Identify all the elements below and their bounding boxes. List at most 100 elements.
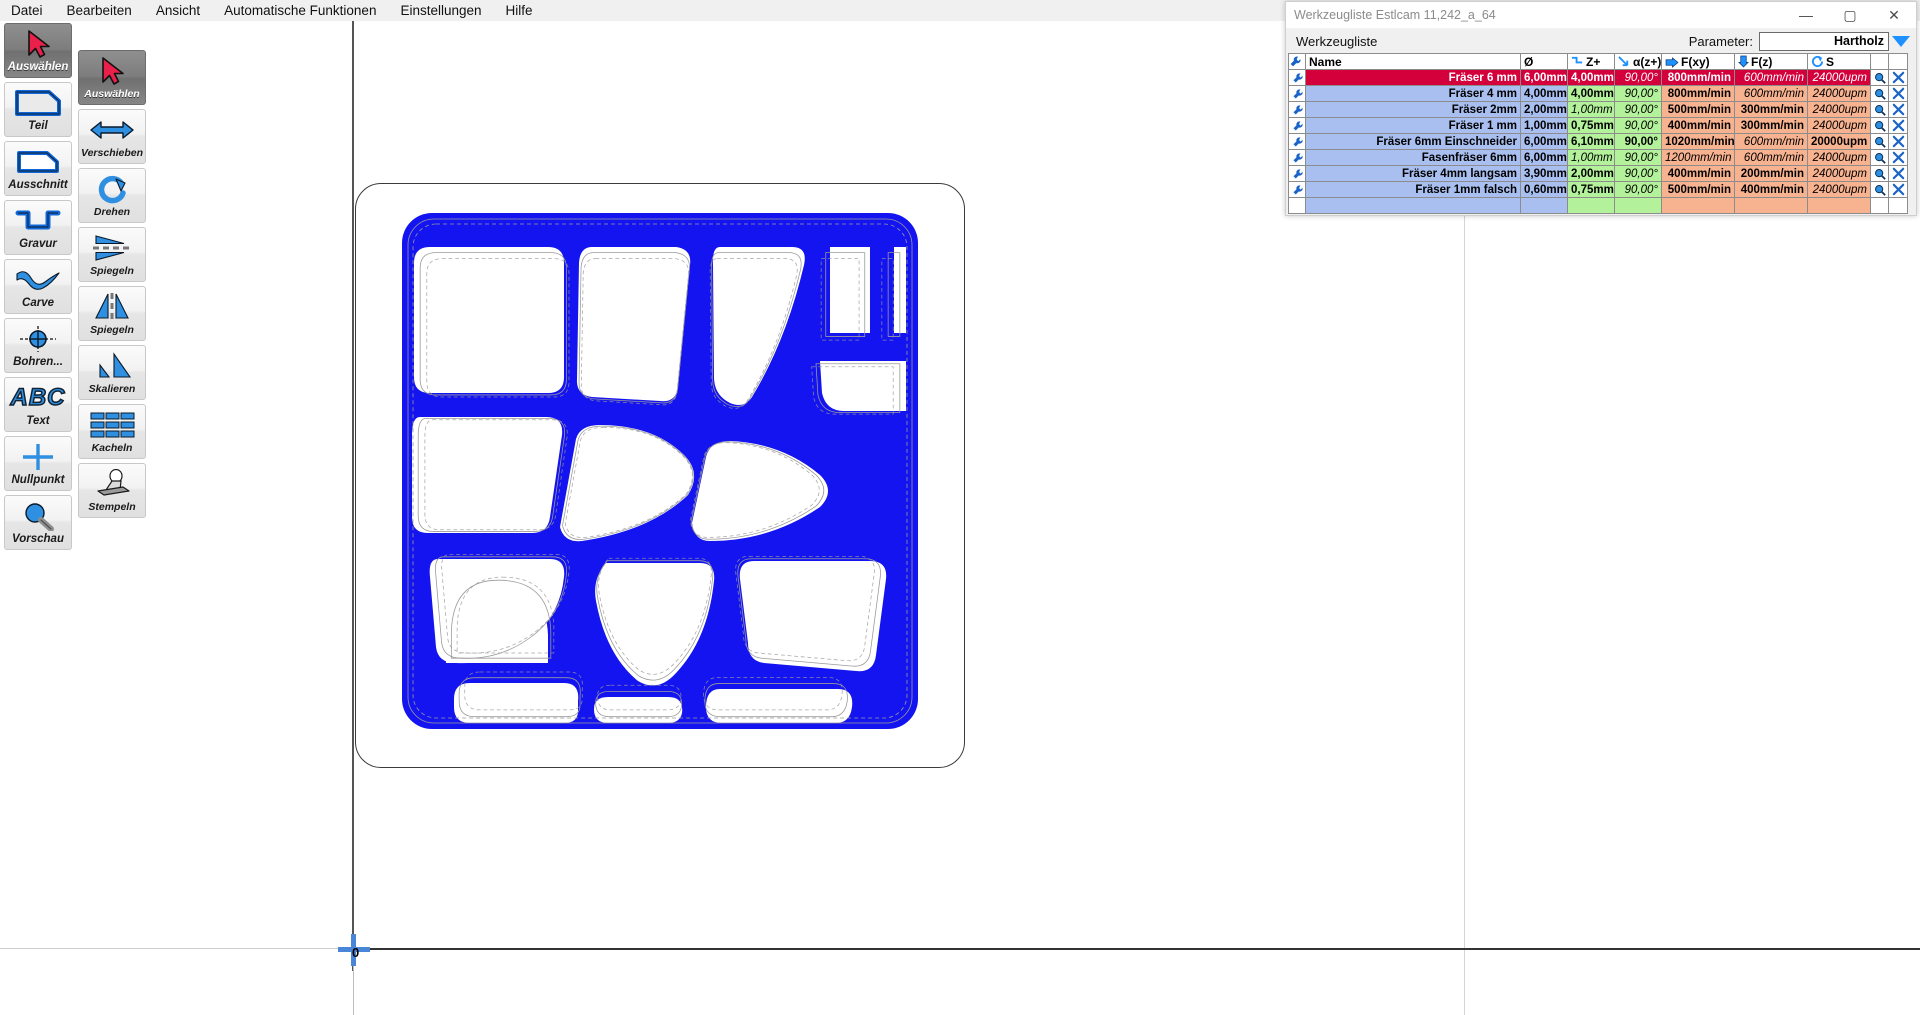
row-wrench-button[interactable] bbox=[1288, 69, 1306, 86]
table-row[interactable]: Fräser 1mm falsch 0,60mm 0,75mm 90,00° 500mm… bbox=[1288, 181, 1908, 198]
tool-table[interactable]: Name Ø Z+ α(z+) F(xy) F(z) S Fräser 6 mm… bbox=[1288, 53, 1908, 214]
parameter-select[interactable]: Hartholz bbox=[1759, 31, 1889, 51]
tool-auswaehlen[interactable]: Auswählen bbox=[4, 23, 72, 78]
cell-z-step[interactable]: 4,00mm bbox=[1567, 69, 1615, 86]
cell-feed-z[interactable]: 300mm/min bbox=[1734, 101, 1808, 118]
chevron-down-icon[interactable] bbox=[1892, 35, 1910, 47]
cell-spindle-speed[interactable]: 20000upm bbox=[1807, 133, 1871, 150]
empty-delete[interactable] bbox=[1888, 197, 1908, 214]
cell-diameter[interactable]: 0,60mm bbox=[1520, 181, 1568, 198]
header-name[interactable]: Name bbox=[1305, 53, 1521, 70]
row-magnifier-button[interactable] bbox=[1870, 117, 1889, 134]
voronoi-part-artwork[interactable] bbox=[400, 211, 920, 731]
cell-z-step[interactable]: 1,00mm bbox=[1567, 149, 1615, 166]
cell-spindle-speed[interactable]: 24000upm bbox=[1807, 117, 1871, 134]
tool-text[interactable]: ABC Text bbox=[4, 377, 72, 432]
tool-gravur[interactable]: Gravur bbox=[4, 200, 72, 255]
cell-spindle-speed[interactable]: 24000upm bbox=[1807, 181, 1871, 198]
cell-feed-xy[interactable]: 800mm/min bbox=[1661, 69, 1735, 86]
tool2-skalieren[interactable]: Skalieren bbox=[78, 345, 146, 400]
cell-spindle-speed[interactable]: 24000upm bbox=[1807, 149, 1871, 166]
cell-z-step[interactable]: 0,75mm bbox=[1567, 117, 1615, 134]
tool-bohren[interactable]: Bohren... bbox=[4, 318, 72, 373]
cell-spindle-speed[interactable]: 24000upm bbox=[1807, 101, 1871, 118]
tool2-spiegeln-horizontal[interactable]: Spiegeln bbox=[78, 227, 146, 282]
header-feed-z[interactable]: F(z) bbox=[1734, 53, 1808, 70]
cell-spindle-speed[interactable]: 24000upm bbox=[1807, 85, 1871, 102]
tool-table-body[interactable]: Fräser 6 mm 6,00mm 4,00mm 90,00° 800mm/min 60… bbox=[1288, 69, 1908, 214]
table-row[interactable]: Fräser 4 mm 4,00mm 4,00mm 90,00° 800mm/min 60… bbox=[1288, 85, 1908, 102]
empty-magnifier[interactable] bbox=[1870, 197, 1889, 214]
row-magnifier-button[interactable] bbox=[1870, 133, 1889, 150]
empty-name[interactable] bbox=[1305, 197, 1521, 214]
menu-einstellungen[interactable]: Einstellungen bbox=[389, 1, 492, 20]
cell-spindle-speed[interactable]: 24000upm bbox=[1807, 69, 1871, 86]
cell-name[interactable]: Fräser 4mm langsam bbox=[1305, 165, 1521, 182]
row-delete-button[interactable] bbox=[1888, 69, 1908, 86]
row-magnifier-button[interactable] bbox=[1870, 85, 1889, 102]
row-wrench-button[interactable] bbox=[1288, 117, 1306, 134]
cell-feed-xy[interactable]: 800mm/min bbox=[1661, 85, 1735, 102]
row-delete-button[interactable] bbox=[1888, 165, 1908, 182]
header-z-step[interactable]: Z+ bbox=[1567, 53, 1615, 70]
cell-diameter[interactable]: 6,00mm bbox=[1520, 133, 1568, 150]
cell-diameter[interactable]: 2,00mm bbox=[1520, 101, 1568, 118]
cell-diameter[interactable]: 6,00mm bbox=[1520, 149, 1568, 166]
cell-feed-xy[interactable]: 500mm/min bbox=[1661, 181, 1735, 198]
empty-spindle[interactable] bbox=[1807, 197, 1871, 214]
minimize-icon[interactable]: — bbox=[1784, 2, 1828, 28]
tool2-kacheln[interactable]: Kacheln bbox=[78, 404, 146, 459]
cell-name[interactable]: Fräser 6mm Einschneider bbox=[1305, 133, 1521, 150]
tool-teil[interactable]: Teil bbox=[4, 82, 72, 137]
row-delete-button[interactable] bbox=[1888, 85, 1908, 102]
table-row[interactable]: Fräser 2mm 2,00mm 1,00mm 90,00° 500mm/min 300… bbox=[1288, 101, 1908, 118]
table-row[interactable]: Fräser 4mm langsam 3,90mm 2,00mm 90,00° 400m… bbox=[1288, 165, 1908, 182]
row-magnifier-button[interactable] bbox=[1870, 165, 1889, 182]
row-wrench-button[interactable] bbox=[1288, 165, 1306, 182]
tool2-stempeln[interactable]: Stempeln bbox=[78, 463, 146, 518]
cell-z-step[interactable]: 2,00mm bbox=[1567, 165, 1615, 182]
cell-z-step[interactable]: 1,00mm bbox=[1567, 101, 1615, 118]
cell-diameter[interactable]: 4,00mm bbox=[1520, 85, 1568, 102]
cell-name[interactable]: Fräser 4 mm bbox=[1305, 85, 1521, 102]
cell-plunge-angle[interactable]: 90,00° bbox=[1614, 85, 1662, 102]
row-wrench-button[interactable] bbox=[1288, 149, 1306, 166]
tool-nullpunkt[interactable]: Nullpunkt bbox=[4, 436, 72, 491]
cell-spindle-speed[interactable]: 24000upm bbox=[1807, 165, 1871, 182]
cell-feed-xy[interactable]: 1200mm/min bbox=[1661, 149, 1735, 166]
empty-wrench[interactable] bbox=[1288, 197, 1306, 214]
cell-z-step[interactable]: 4,00mm bbox=[1567, 85, 1615, 102]
cell-plunge-angle[interactable]: 90,00° bbox=[1614, 101, 1662, 118]
cell-plunge-angle[interactable]: 90,00° bbox=[1614, 181, 1662, 198]
menu-ansicht[interactable]: Ansicht bbox=[145, 1, 211, 20]
cell-feed-z[interactable]: 600mm/min bbox=[1734, 69, 1808, 86]
row-magnifier-button[interactable] bbox=[1870, 69, 1889, 86]
cell-plunge-angle[interactable]: 90,00° bbox=[1614, 149, 1662, 166]
close-icon[interactable]: ✕ bbox=[1872, 2, 1916, 28]
row-wrench-button[interactable] bbox=[1288, 133, 1306, 150]
tool-carve[interactable]: Carve bbox=[4, 259, 72, 314]
cell-name[interactable]: Fasenfräser 6mm bbox=[1305, 149, 1521, 166]
table-row[interactable]: Fräser 6mm Einschneider 6,00mm 6,10mm 90,00… bbox=[1288, 133, 1908, 150]
menu-datei[interactable]: Datei bbox=[0, 1, 54, 20]
cell-feed-z[interactable]: 400mm/min bbox=[1734, 181, 1808, 198]
cell-name[interactable]: Fräser 1mm falsch bbox=[1305, 181, 1521, 198]
window-title-bar[interactable]: Werkzeugliste Estlcam 11,242_a_64 — ▢ ✕ bbox=[1286, 2, 1916, 29]
tool-ausschnitt[interactable]: Ausschnitt bbox=[4, 141, 72, 196]
table-row-empty[interactable] bbox=[1288, 197, 1908, 214]
cell-feed-xy[interactable]: 400mm/min bbox=[1661, 165, 1735, 182]
row-magnifier-button[interactable] bbox=[1870, 149, 1889, 166]
row-delete-button[interactable] bbox=[1888, 181, 1908, 198]
cell-feed-xy[interactable]: 400mm/min bbox=[1661, 117, 1735, 134]
tool-list-window[interactable]: Werkzeugliste Estlcam 11,242_a_64 — ▢ ✕ … bbox=[1285, 1, 1917, 216]
cell-feed-z[interactable]: 600mm/min bbox=[1734, 133, 1808, 150]
tool2-auswaehlen[interactable]: Auswählen bbox=[78, 50, 146, 105]
row-delete-button[interactable] bbox=[1888, 117, 1908, 134]
header-diameter[interactable]: Ø bbox=[1520, 53, 1568, 70]
row-magnifier-button[interactable] bbox=[1870, 181, 1889, 198]
row-delete-button[interactable] bbox=[1888, 101, 1908, 118]
cell-plunge-angle[interactable]: 90,00° bbox=[1614, 165, 1662, 182]
row-delete-button[interactable] bbox=[1888, 133, 1908, 150]
row-delete-button[interactable] bbox=[1888, 149, 1908, 166]
cell-feed-z[interactable]: 200mm/min bbox=[1734, 165, 1808, 182]
